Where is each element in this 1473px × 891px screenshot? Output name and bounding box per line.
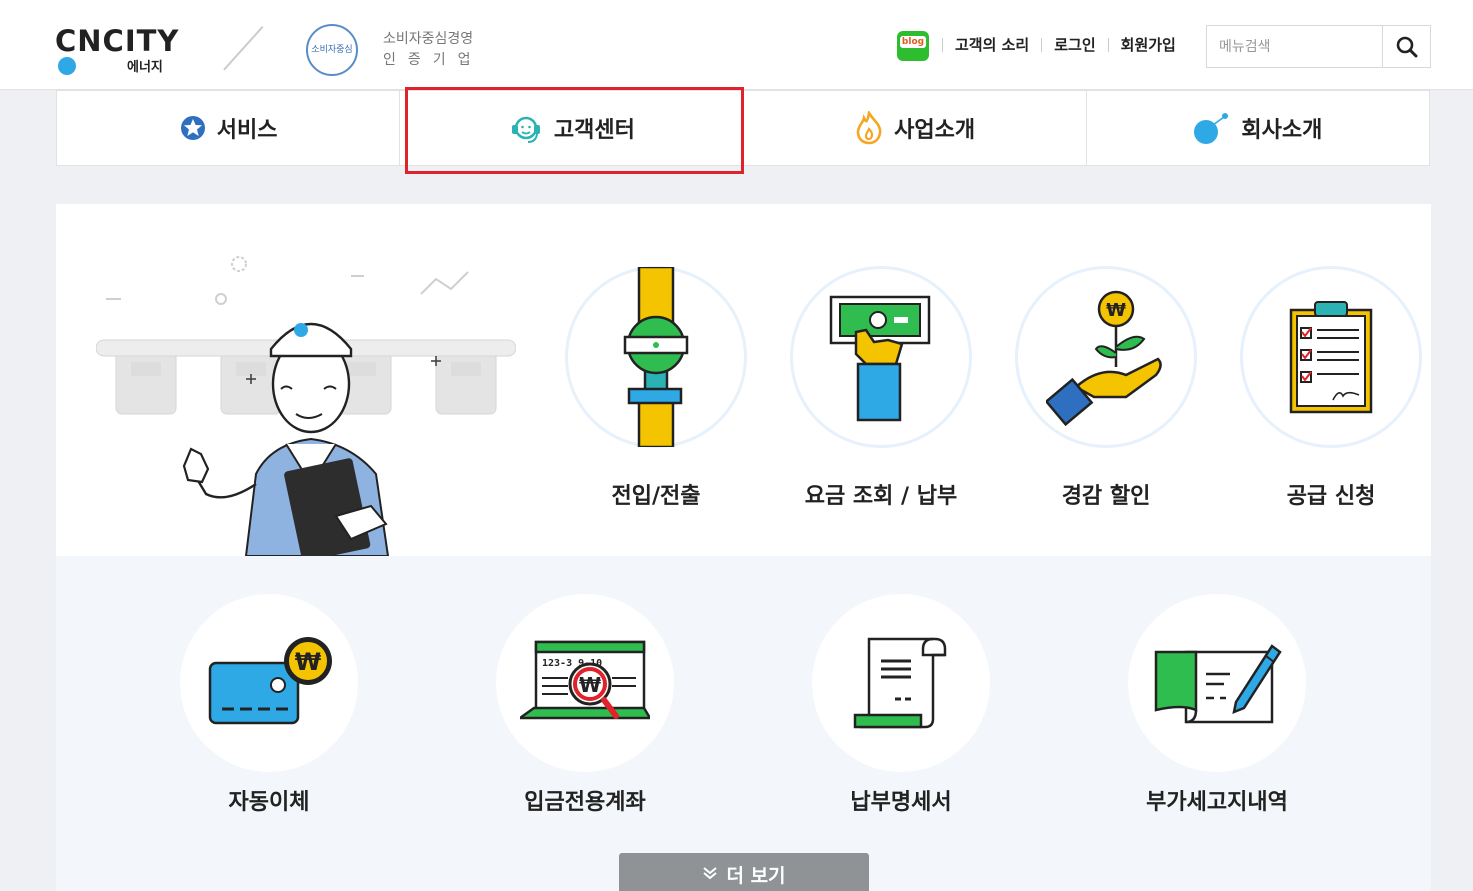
service-label: 전입/전출 [611, 484, 701, 509]
document-pen-icon [1154, 644, 1282, 724]
card-won-icon: ₩ [208, 637, 332, 725]
orbit-dot-icon [1193, 111, 1231, 145]
logo-dot-icon [58, 57, 76, 75]
nav-item-customer-center[interactable]: 고객센터 [400, 91, 744, 165]
account-search-icon: 123-3 9-10 ₩ [520, 640, 650, 720]
search-button[interactable] [1382, 26, 1430, 67]
nav-label-company: 회사소개 [1241, 118, 1323, 143]
service-payment-statement[interactable]: 납부명세서 [776, 594, 1026, 816]
more-button[interactable]: 더 보기 [619, 853, 869, 891]
nav-item-service[interactable]: 서비스 [57, 91, 401, 165]
card-top-section: 전입/전출 요금 조회 / 납부 ₩ 경감 할인 공급 신청 [56, 204, 1431, 556]
search-icon [1396, 36, 1417, 57]
service-deposit-account[interactable]: 123-3 9-10 ₩ 입금전용계좌 [460, 594, 710, 816]
service-icon-ring [790, 266, 972, 448]
headset-icon [508, 110, 544, 146]
search-box [1206, 25, 1431, 68]
service-icon-ring: 123-3 9-10 ₩ [496, 594, 674, 772]
service-label: 입금전용계좌 [524, 790, 646, 815]
link-separator [942, 37, 943, 52]
divider [223, 26, 264, 71]
service-vat-notice[interactable]: 부가세고지내역 [1092, 594, 1342, 816]
service-label: 요금 조회 / 납부 [804, 484, 958, 509]
main-nav: 서비스 고객센터 사업소개 회사소개 [56, 90, 1430, 166]
certification-badge-icon: 소비자중심 [306, 24, 358, 76]
nav-item-business[interactable]: 사업소개 [744, 91, 1087, 165]
cncity-logo[interactable]: CNCITY 에너지 [55, 24, 185, 76]
link-login[interactable]: 로그인 [1054, 34, 1095, 55]
money-hand-icon [829, 295, 931, 422]
cert-title: 소비자중심경영 [383, 31, 474, 47]
service-bill-inquiry-payment[interactable]: 요금 조회 / 납부 [781, 266, 981, 510]
service-icon-ring: ₩ [180, 594, 358, 772]
service-label: 경감 할인 [1061, 484, 1151, 509]
header: CNCITY 에너지 소비자중심 소비자중심경영 인증기업 blog 고객의 소… [0, 0, 1473, 90]
gas-worker-illustration [96, 256, 516, 556]
link-customer-voice[interactable]: 고객의 소리 [955, 34, 1029, 55]
blog-label: blog [900, 36, 926, 48]
service-icon-ring [812, 594, 990, 772]
receipt-scroll-icon [853, 637, 947, 729]
svg-text:₩: ₩ [295, 648, 322, 676]
service-label: 부가세고지내역 [1146, 790, 1288, 815]
service-move-in-out[interactable]: 전입/전출 [556, 266, 756, 510]
service-icon-ring [565, 266, 747, 448]
service-icon-ring [1240, 266, 1422, 448]
service-icon-ring: ₩ [1015, 266, 1197, 448]
nav-label-business: 사업소개 [894, 118, 976, 143]
flame-icon [854, 111, 884, 145]
service-icon-ring [1128, 594, 1306, 772]
nav-label-service: 서비스 [216, 118, 278, 143]
star-icon [179, 114, 207, 142]
service-supply-application[interactable]: 공급 신청 [1231, 266, 1431, 510]
svg-text:₩: ₩ [579, 673, 601, 697]
nav-item-company[interactable]: 회사소개 [1087, 91, 1429, 165]
service-label: 납부명세서 [850, 790, 952, 815]
clipboard-checklist-icon [1289, 301, 1373, 414]
link-signup[interactable]: 회원가입 [1121, 34, 1176, 55]
link-separator [1107, 37, 1109, 52]
logo-subtitle: 에너지 [127, 60, 163, 75]
service-label: 공급 신청 [1286, 484, 1376, 509]
nav-label-customer-center: 고객센터 [553, 118, 635, 143]
cert-badge-label: 소비자중심 [311, 44, 353, 55]
logo-text: CNCITY [55, 24, 180, 58]
gas-pipe-icon [623, 267, 689, 447]
service-auto-transfer[interactable]: ₩ 자동이체 [144, 594, 394, 816]
service-label: 자동이체 [228, 790, 310, 815]
link-separator [1041, 37, 1043, 52]
top-links: 고객의 소리 로그인 회원가입 [942, 34, 1176, 55]
search-input[interactable] [1207, 26, 1382, 67]
main-card: 전입/전출 요금 조회 / 납부 ₩ 경감 할인 공급 신청 ₩ 자동이체 12… [56, 204, 1431, 891]
coin-plant-hand-icon: ₩ [1046, 290, 1162, 427]
more-button-label: 더 보기 [726, 864, 786, 887]
blog-icon[interactable]: blog [897, 31, 929, 61]
service-discount[interactable]: ₩ 경감 할인 [1006, 266, 1206, 510]
double-chevron-down-icon [702, 865, 718, 884]
cert-subtitle: 인증기업 [383, 52, 483, 68]
svg-text:₩: ₩ [1106, 300, 1126, 321]
